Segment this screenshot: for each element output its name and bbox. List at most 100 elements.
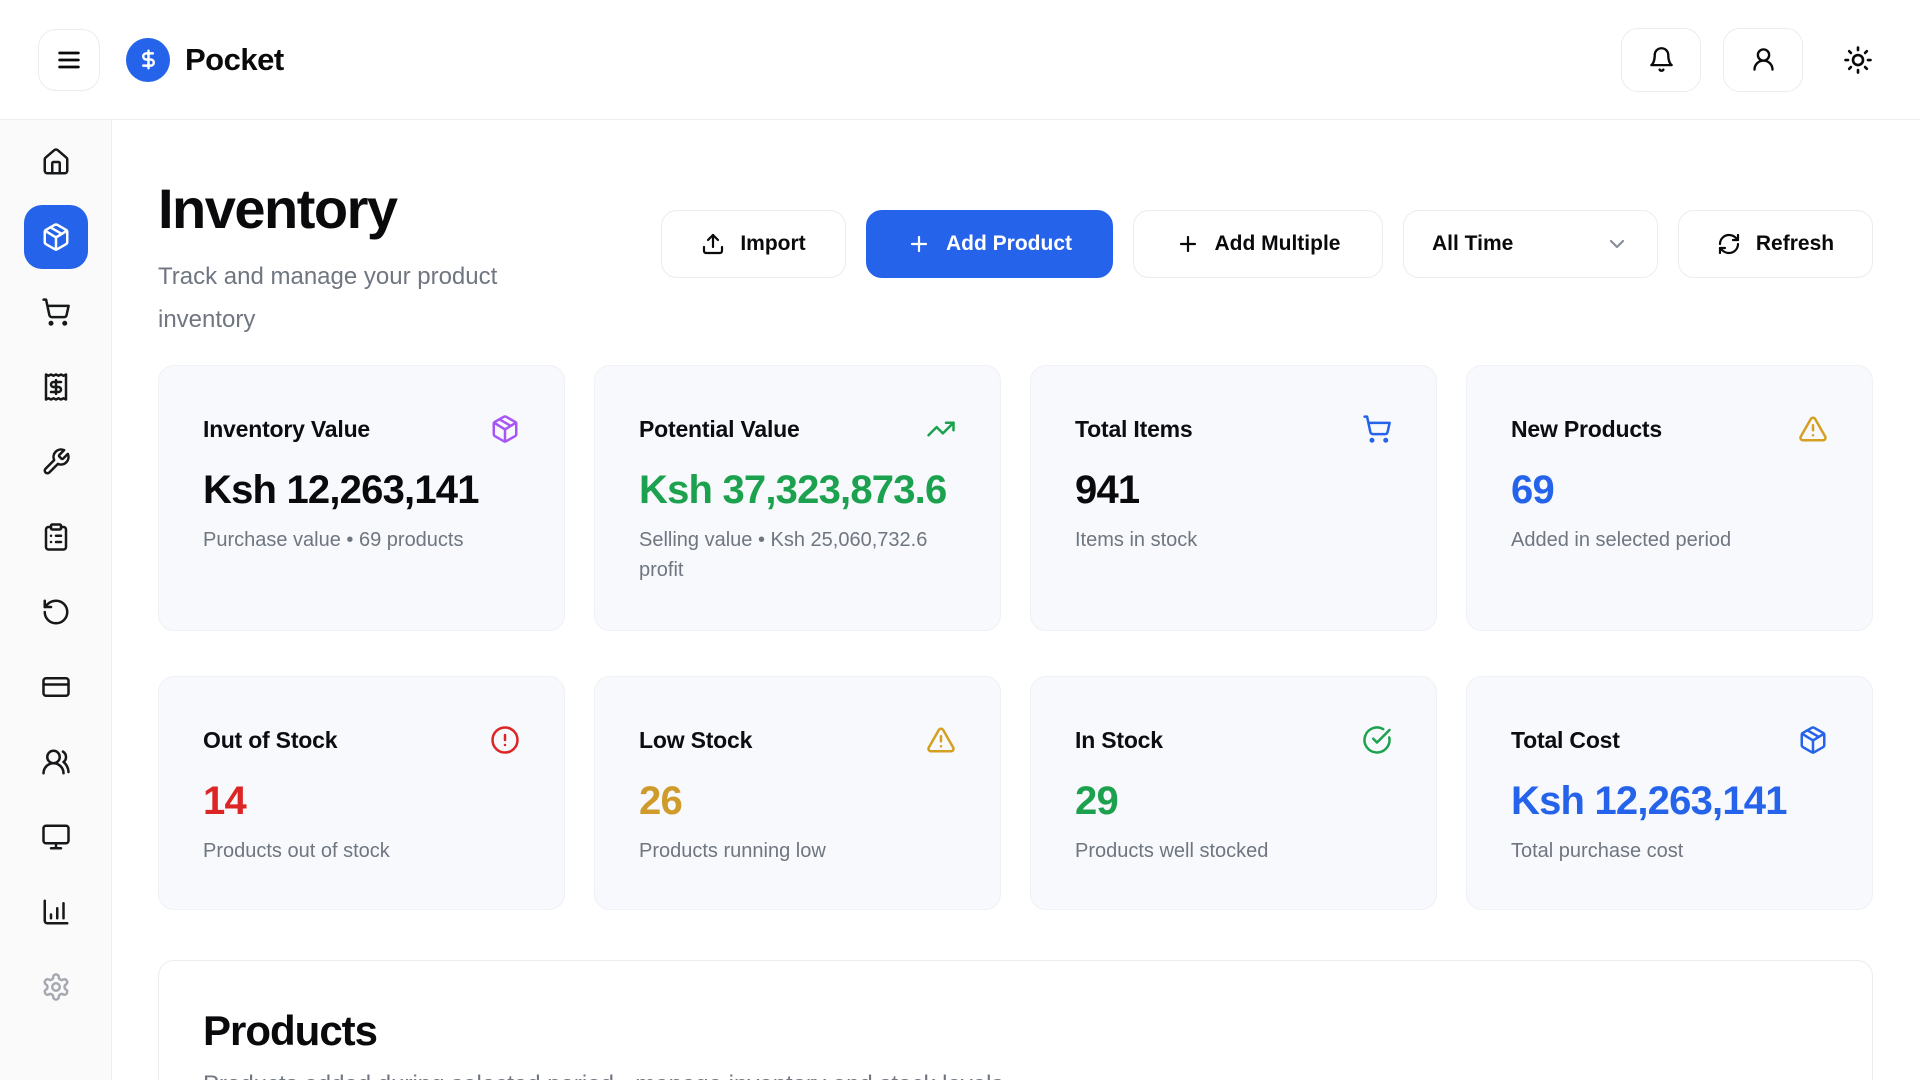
- stat-value: 29: [1075, 779, 1392, 824]
- theme-toggle-button[interactable]: [1843, 28, 1873, 92]
- account-button[interactable]: [1723, 28, 1803, 92]
- gear-icon: [41, 972, 71, 1002]
- sidebar-item-history[interactable]: [24, 580, 88, 644]
- stat-title: Out of Stock: [203, 727, 337, 754]
- sidebar-item-reports[interactable]: [24, 880, 88, 944]
- upload-icon: [701, 232, 725, 256]
- stat-card-total-cost: Total Cost Ksh 12,263,141 Total purchase…: [1466, 676, 1873, 910]
- sidebar-item-orders[interactable]: [24, 505, 88, 569]
- users-icon: [41, 747, 71, 777]
- wrench-icon: [41, 447, 71, 477]
- add-multiple-button[interactable]: Add Multiple: [1133, 210, 1383, 278]
- toolbar: Import Add Product Add Multiple All Time: [661, 210, 1873, 278]
- import-label: Import: [740, 232, 805, 256]
- check-circle-icon: [1362, 725, 1392, 755]
- home-icon: [41, 147, 71, 177]
- brand[interactable]: Pocket: [126, 38, 284, 82]
- alert-triangle-icon: [1798, 414, 1828, 444]
- credit-card-icon: [41, 672, 71, 702]
- stat-title: New Products: [1511, 416, 1662, 443]
- plus-icon: [1176, 232, 1200, 256]
- chevron-down-icon: [1605, 232, 1629, 256]
- stat-title: Potential Value: [639, 416, 800, 443]
- stat-value: 69: [1511, 468, 1828, 513]
- alert-triangle-icon: [926, 725, 956, 755]
- stat-card-new-products: New Products 69 Added in selected period: [1466, 365, 1873, 631]
- refresh-label: Refresh: [1756, 232, 1834, 256]
- stat-card-in-stock: In Stock 29 Products well stocked: [1030, 676, 1437, 910]
- sidebar-item-inventory[interactable]: [24, 205, 88, 269]
- sidebar-nav: [0, 120, 112, 1080]
- clipboard-list-icon: [41, 522, 71, 552]
- stat-subtitle: Products running low: [639, 836, 956, 866]
- sidebar-item-payments[interactable]: [24, 655, 88, 719]
- refresh-button[interactable]: Refresh: [1678, 210, 1873, 278]
- shopping-cart-icon: [41, 297, 71, 327]
- sidebar-item-billing[interactable]: [24, 355, 88, 419]
- stat-card-potential-value: Potential Value Ksh 37,323,873.6 Selling…: [594, 365, 1001, 631]
- history-icon: [41, 597, 71, 627]
- stat-value: 26: [639, 779, 956, 824]
- page-title: Inventory: [158, 180, 548, 239]
- main-content: Inventory Track and manage your product …: [112, 120, 1920, 1080]
- stats-grid: Inventory Value Ksh 12,263,141 Purchase …: [158, 365, 1873, 910]
- stat-subtitle: Products out of stock: [203, 836, 520, 866]
- sidebar-item-customers[interactable]: [24, 730, 88, 794]
- stat-value: Ksh 12,263,141: [203, 468, 520, 513]
- stat-subtitle: Items in stock: [1075, 525, 1392, 555]
- stat-subtitle: Selling value • Ksh 25,060,732.6 profit: [639, 525, 956, 585]
- sidebar-item-settings[interactable]: [24, 955, 88, 1019]
- trending-up-icon: [926, 414, 956, 444]
- stat-value: Ksh 37,323,873.6: [639, 468, 956, 513]
- bell-icon: [1648, 46, 1675, 73]
- stat-title: Total Cost: [1511, 727, 1620, 754]
- stat-subtitle: Total purchase cost: [1511, 836, 1828, 866]
- stat-title: In Stock: [1075, 727, 1163, 754]
- import-button[interactable]: Import: [661, 210, 846, 278]
- header-right: [1599, 28, 1873, 92]
- products-section-title: Products: [203, 1007, 1828, 1055]
- header-left: Pocket: [38, 29, 284, 91]
- monitor-icon: [41, 822, 71, 852]
- stat-value: 14: [203, 779, 520, 824]
- dollar-logo-icon: [126, 38, 170, 82]
- receipt-icon: [41, 372, 71, 402]
- time-filter-select[interactable]: All Time: [1403, 210, 1658, 278]
- stat-card-total-items: Total Items 941 Items in stock: [1030, 365, 1437, 631]
- package-icon: [41, 222, 71, 252]
- app-name: Pocket: [185, 42, 284, 78]
- add-product-label: Add Product: [946, 232, 1072, 256]
- sidebar-item-pos[interactable]: [24, 805, 88, 869]
- add-product-button[interactable]: Add Product: [866, 210, 1113, 278]
- hamburger-icon: [55, 46, 83, 74]
- menu-button[interactable]: [38, 29, 100, 91]
- user-icon: [1750, 46, 1777, 73]
- bar-chart-icon: [41, 897, 71, 927]
- stat-value: 941: [1075, 468, 1392, 513]
- package-icon: [1798, 725, 1828, 755]
- stat-value: Ksh 12,263,141: [1511, 779, 1828, 824]
- products-section: Products Products added during selected …: [158, 960, 1873, 1080]
- stat-card-low-stock: Low Stock 26 Products running low: [594, 676, 1001, 910]
- stat-title: Inventory Value: [203, 416, 370, 443]
- app-header: Pocket: [0, 0, 1920, 120]
- sidebar-item-tools[interactable]: [24, 430, 88, 494]
- refresh-icon: [1717, 232, 1741, 256]
- package-icon: [490, 414, 520, 444]
- add-multiple-label: Add Multiple: [1215, 232, 1341, 256]
- stat-title: Total Items: [1075, 416, 1193, 443]
- page-head: Inventory Track and manage your product …: [158, 180, 1873, 341]
- stat-title: Low Stock: [639, 727, 752, 754]
- notifications-button[interactable]: [1621, 28, 1701, 92]
- sun-icon: [1843, 45, 1873, 75]
- plus-icon: [907, 232, 931, 256]
- stat-subtitle: Products well stocked: [1075, 836, 1392, 866]
- shopping-cart-icon: [1362, 414, 1392, 444]
- stat-card-out-of-stock: Out of Stock 14 Products out of stock: [158, 676, 565, 910]
- alert-circle-icon: [490, 725, 520, 755]
- stat-card-inventory-value: Inventory Value Ksh 12,263,141 Purchase …: [158, 365, 565, 631]
- products-section-subtitle: Products added during selected period - …: [203, 1071, 1828, 1080]
- sidebar-item-home[interactable]: [24, 130, 88, 194]
- sidebar-item-sales[interactable]: [24, 280, 88, 344]
- page-title-block: Inventory Track and manage your product …: [158, 180, 548, 341]
